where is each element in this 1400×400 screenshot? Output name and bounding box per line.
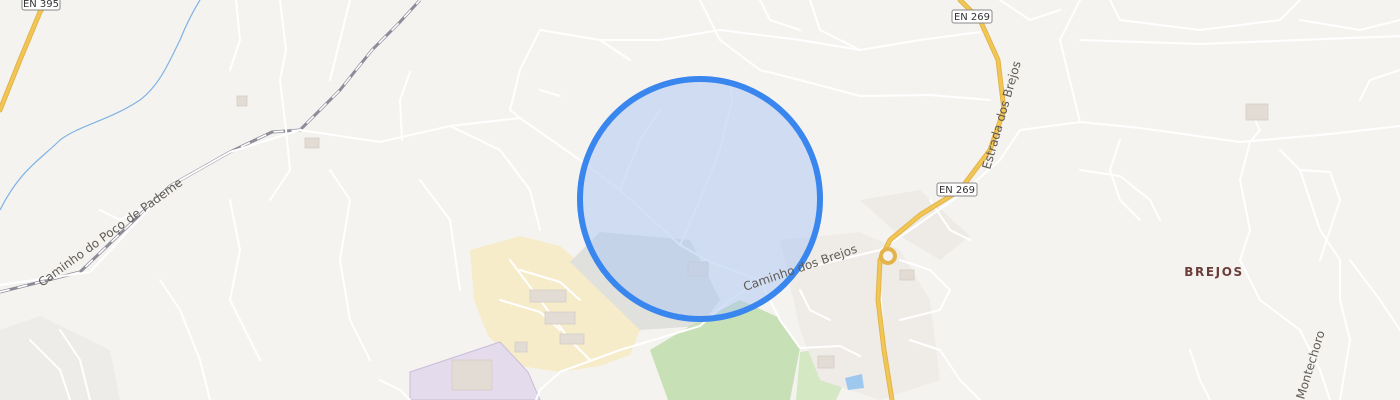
route-shield-en269-mid: EN 269 — [936, 182, 978, 197]
map-view[interactable]: Caminho dos Brejos Estrada dos Brejos Ca… — [0, 0, 1400, 400]
route-shield-en395: EN 395 — [21, 0, 61, 11]
location-accuracy-circle[interactable] — [577, 76, 823, 322]
map-canvas[interactable]: Caminho dos Brejos Estrada dos Brejos Ca… — [0, 0, 1400, 400]
route-shield-en269-top: EN 269 — [951, 9, 993, 24]
route-shield-en395-label: EN 395 — [23, 0, 59, 10]
route-shield-en269-top-label: EN 269 — [954, 12, 990, 23]
place-label-brejos: BREJOS — [1184, 265, 1244, 279]
route-shield-en269-mid-label: EN 269 — [939, 185, 975, 196]
